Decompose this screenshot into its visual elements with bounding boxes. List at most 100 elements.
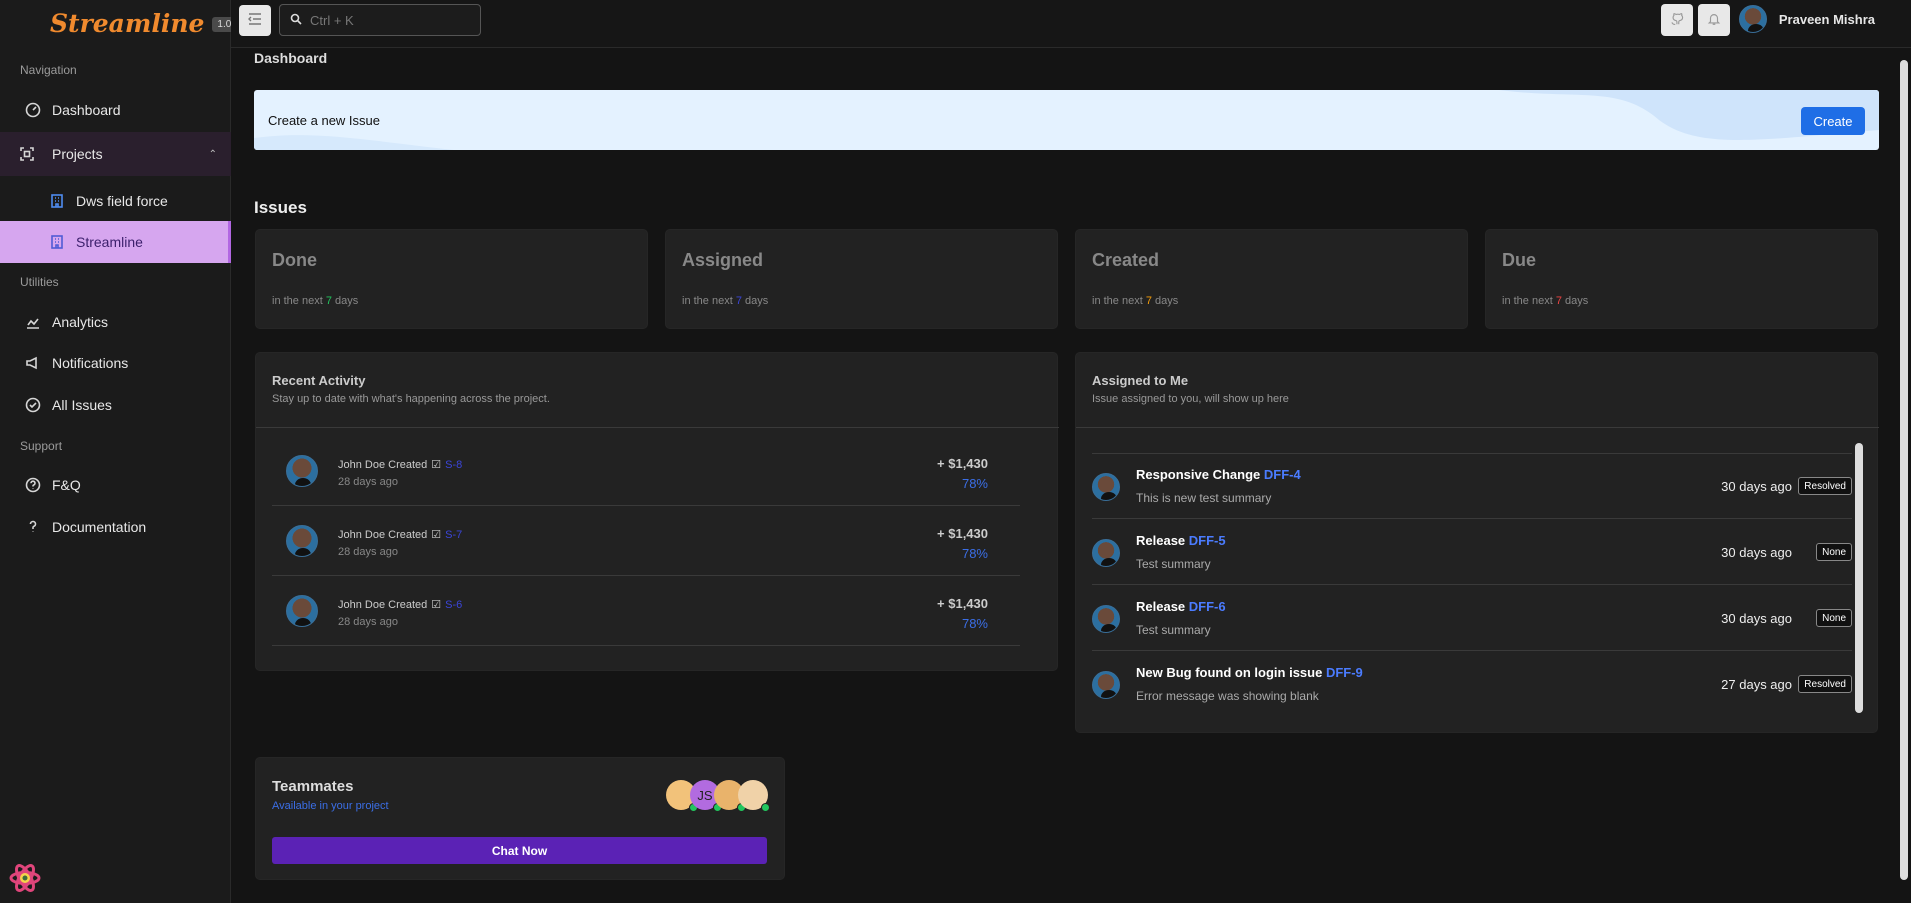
teammate-avatar[interactable] — [738, 780, 770, 812]
issue-id-link[interactable]: DFF-9 — [1326, 665, 1363, 680]
checkbox-icon: ☑ — [431, 459, 442, 471]
activity-time: 28 days ago — [338, 546, 398, 558]
chat-now-button[interactable]: Chat Now — [272, 837, 767, 864]
assigned-issue-row[interactable]: Responsive Change DFF-4 This is new test… — [1092, 453, 1852, 519]
sidebar-item-all-issues[interactable]: All Issues — [0, 384, 231, 426]
assigned-issue-row[interactable]: Release DFF-6 Test summary 30 days ago N… — [1092, 585, 1852, 651]
stat-subtitle: in the next 7 days — [1502, 295, 1589, 307]
stat-card-due[interactable]: Due in the next 7 days — [1485, 229, 1878, 329]
online-indicator — [761, 803, 770, 812]
recent-activity-panel: Recent Activity Stay up to date with wha… — [255, 352, 1059, 671]
assigned-to-me-panel: Assigned to Me Issue assigned to you, wi… — [1075, 352, 1879, 733]
search-input[interactable]: Ctrl + K — [310, 13, 354, 28]
activity-time: 28 days ago — [338, 616, 398, 628]
assigned-issue-row[interactable]: New Bug found on login issue DFF-9 Error… — [1092, 651, 1852, 717]
sidebar-item-label: Streamline — [76, 234, 143, 250]
question-icon — [24, 518, 42, 536]
stat-title: Due — [1502, 250, 1537, 270]
activity-row[interactable]: John Doe Created ☑ S-8 28 days ago + $1,… — [272, 436, 1020, 506]
panel-title: Recent Activity — [272, 373, 366, 388]
status-badge: None — [1816, 609, 1852, 627]
sidebar-item-label: Notifications — [52, 355, 129, 371]
create-issue-banner: Create a new Issue Create — [254, 90, 1879, 150]
stat-card-created[interactable]: Created in the next 7 days — [1075, 229, 1468, 329]
stat-title: Created — [1092, 250, 1160, 270]
bell-icon — [1707, 12, 1721, 29]
chevron-up-icon[interactable]: ⌃ — [209, 149, 217, 160]
sidebar-item-documentation[interactable]: Documentation — [0, 506, 231, 548]
sidebar-item-projects[interactable]: Projects ⌃ — [0, 132, 231, 176]
user-menu[interactable]: Praveen Mishra — [1738, 5, 1875, 33]
teammate-avatars: JS — [666, 780, 770, 812]
section-utilities: Utilities — [20, 275, 59, 289]
activity-row[interactable]: John Doe Created ☑ S-7 28 days ago + $1,… — [272, 506, 1020, 576]
avatar — [1092, 605, 1120, 633]
app-logo-text: Streamline — [50, 8, 205, 38]
sidebar-item-faq[interactable]: F&Q — [0, 464, 231, 506]
menu-icon — [248, 13, 262, 28]
notifications-button[interactable] — [1698, 4, 1730, 36]
issue-id-link[interactable]: DFF-6 — [1189, 599, 1226, 614]
activity-amount: + $1,430 — [937, 596, 988, 611]
sidebar-item-notifications[interactable]: Notifications — [0, 342, 231, 384]
issue-id-link[interactable]: DFF-5 — [1189, 533, 1226, 548]
issue-id-link[interactable]: S-7 — [445, 529, 462, 541]
page-title: Dashboard — [254, 50, 328, 66]
building-icon — [48, 192, 66, 210]
avatar — [286, 525, 318, 557]
stat-card-assigned[interactable]: Assigned in the next 7 days — [665, 229, 1058, 329]
sidebar-item-dashboard[interactable]: Dashboard — [0, 89, 231, 131]
create-button[interactable]: Create — [1801, 107, 1865, 135]
sidebar-item-label: Dashboard — [52, 102, 121, 118]
brand[interactable]: Streamline 1.0.0 — [0, 0, 245, 40]
sidebar-item-streamline[interactable]: Streamline — [0, 221, 231, 263]
issue-age: 27 days ago — [1721, 677, 1792, 692]
focus-icon — [18, 145, 36, 163]
activity-amount: + $1,430 — [937, 526, 988, 541]
app-root: Streamline 1.0.0 Navigation Dashboard Pr… — [0, 0, 1911, 903]
chart-icon — [24, 313, 42, 331]
sidebar-item-analytics[interactable]: Analytics — [0, 301, 231, 343]
activity-title: John Doe Created ☑ S-8 — [338, 458, 463, 472]
activity-row[interactable]: John Doe Created ☑ S-6 28 days ago + $1,… — [272, 576, 1020, 646]
activity-percent: 78% — [961, 476, 988, 491]
sidebar-item-label: All Issues — [52, 397, 112, 413]
page-scrollbar[interactable] — [1900, 60, 1908, 880]
issue-title: Release DFF-6 — [1136, 599, 1226, 614]
menu-toggle-button[interactable] — [239, 5, 271, 36]
divider — [256, 427, 1059, 428]
search-icon — [290, 13, 302, 28]
avatar — [286, 595, 318, 627]
github-button[interactable] — [1661, 4, 1693, 36]
stat-title: Done — [272, 250, 317, 270]
help-circle-icon — [24, 476, 42, 494]
sidebar-item-label: Documentation — [52, 519, 147, 535]
react-devtools-icon[interactable] — [8, 862, 42, 894]
sidebar-item-label: F&Q — [52, 477, 81, 493]
sidebar-item-dws-field-force[interactable]: Dws field force — [0, 180, 231, 222]
issue-age: 30 days ago — [1721, 611, 1792, 626]
activity-percent: 78% — [961, 546, 988, 561]
issue-summary: Error message was showing blank — [1136, 689, 1319, 703]
avatar — [1738, 5, 1767, 33]
stat-subtitle: in the next 7 days — [1092, 295, 1179, 307]
stat-title: Assigned — [682, 250, 764, 270]
activity-title: John Doe Created ☑ S-6 — [338, 598, 463, 612]
divider — [1076, 427, 1879, 428]
avatar — [1092, 473, 1120, 501]
stat-card-done[interactable]: Done in the next 7 days — [255, 229, 648, 329]
issue-id-link[interactable]: S-8 — [445, 459, 462, 471]
assigned-issue-row[interactable]: Release DFF-5 Test summary 30 days ago N… — [1092, 519, 1852, 585]
assigned-list-scrollbar[interactable] — [1855, 443, 1863, 713]
issue-id-link[interactable]: DFF-4 — [1264, 467, 1301, 482]
issue-title: Responsive Change DFF-4 — [1136, 467, 1301, 482]
avatar — [1092, 671, 1120, 699]
check-circle-icon — [24, 396, 42, 414]
search-box[interactable]: Ctrl + K — [279, 4, 481, 36]
issue-title: Release DFF-5 — [1136, 533, 1226, 548]
checkbox-icon: ☑ — [431, 529, 442, 541]
issue-id-link[interactable]: S-6 — [445, 599, 462, 611]
issue-title: New Bug found on login issue DFF-9 — [1136, 665, 1363, 680]
issue-age: 30 days ago — [1721, 545, 1792, 560]
issue-age: 30 days ago — [1721, 479, 1792, 494]
